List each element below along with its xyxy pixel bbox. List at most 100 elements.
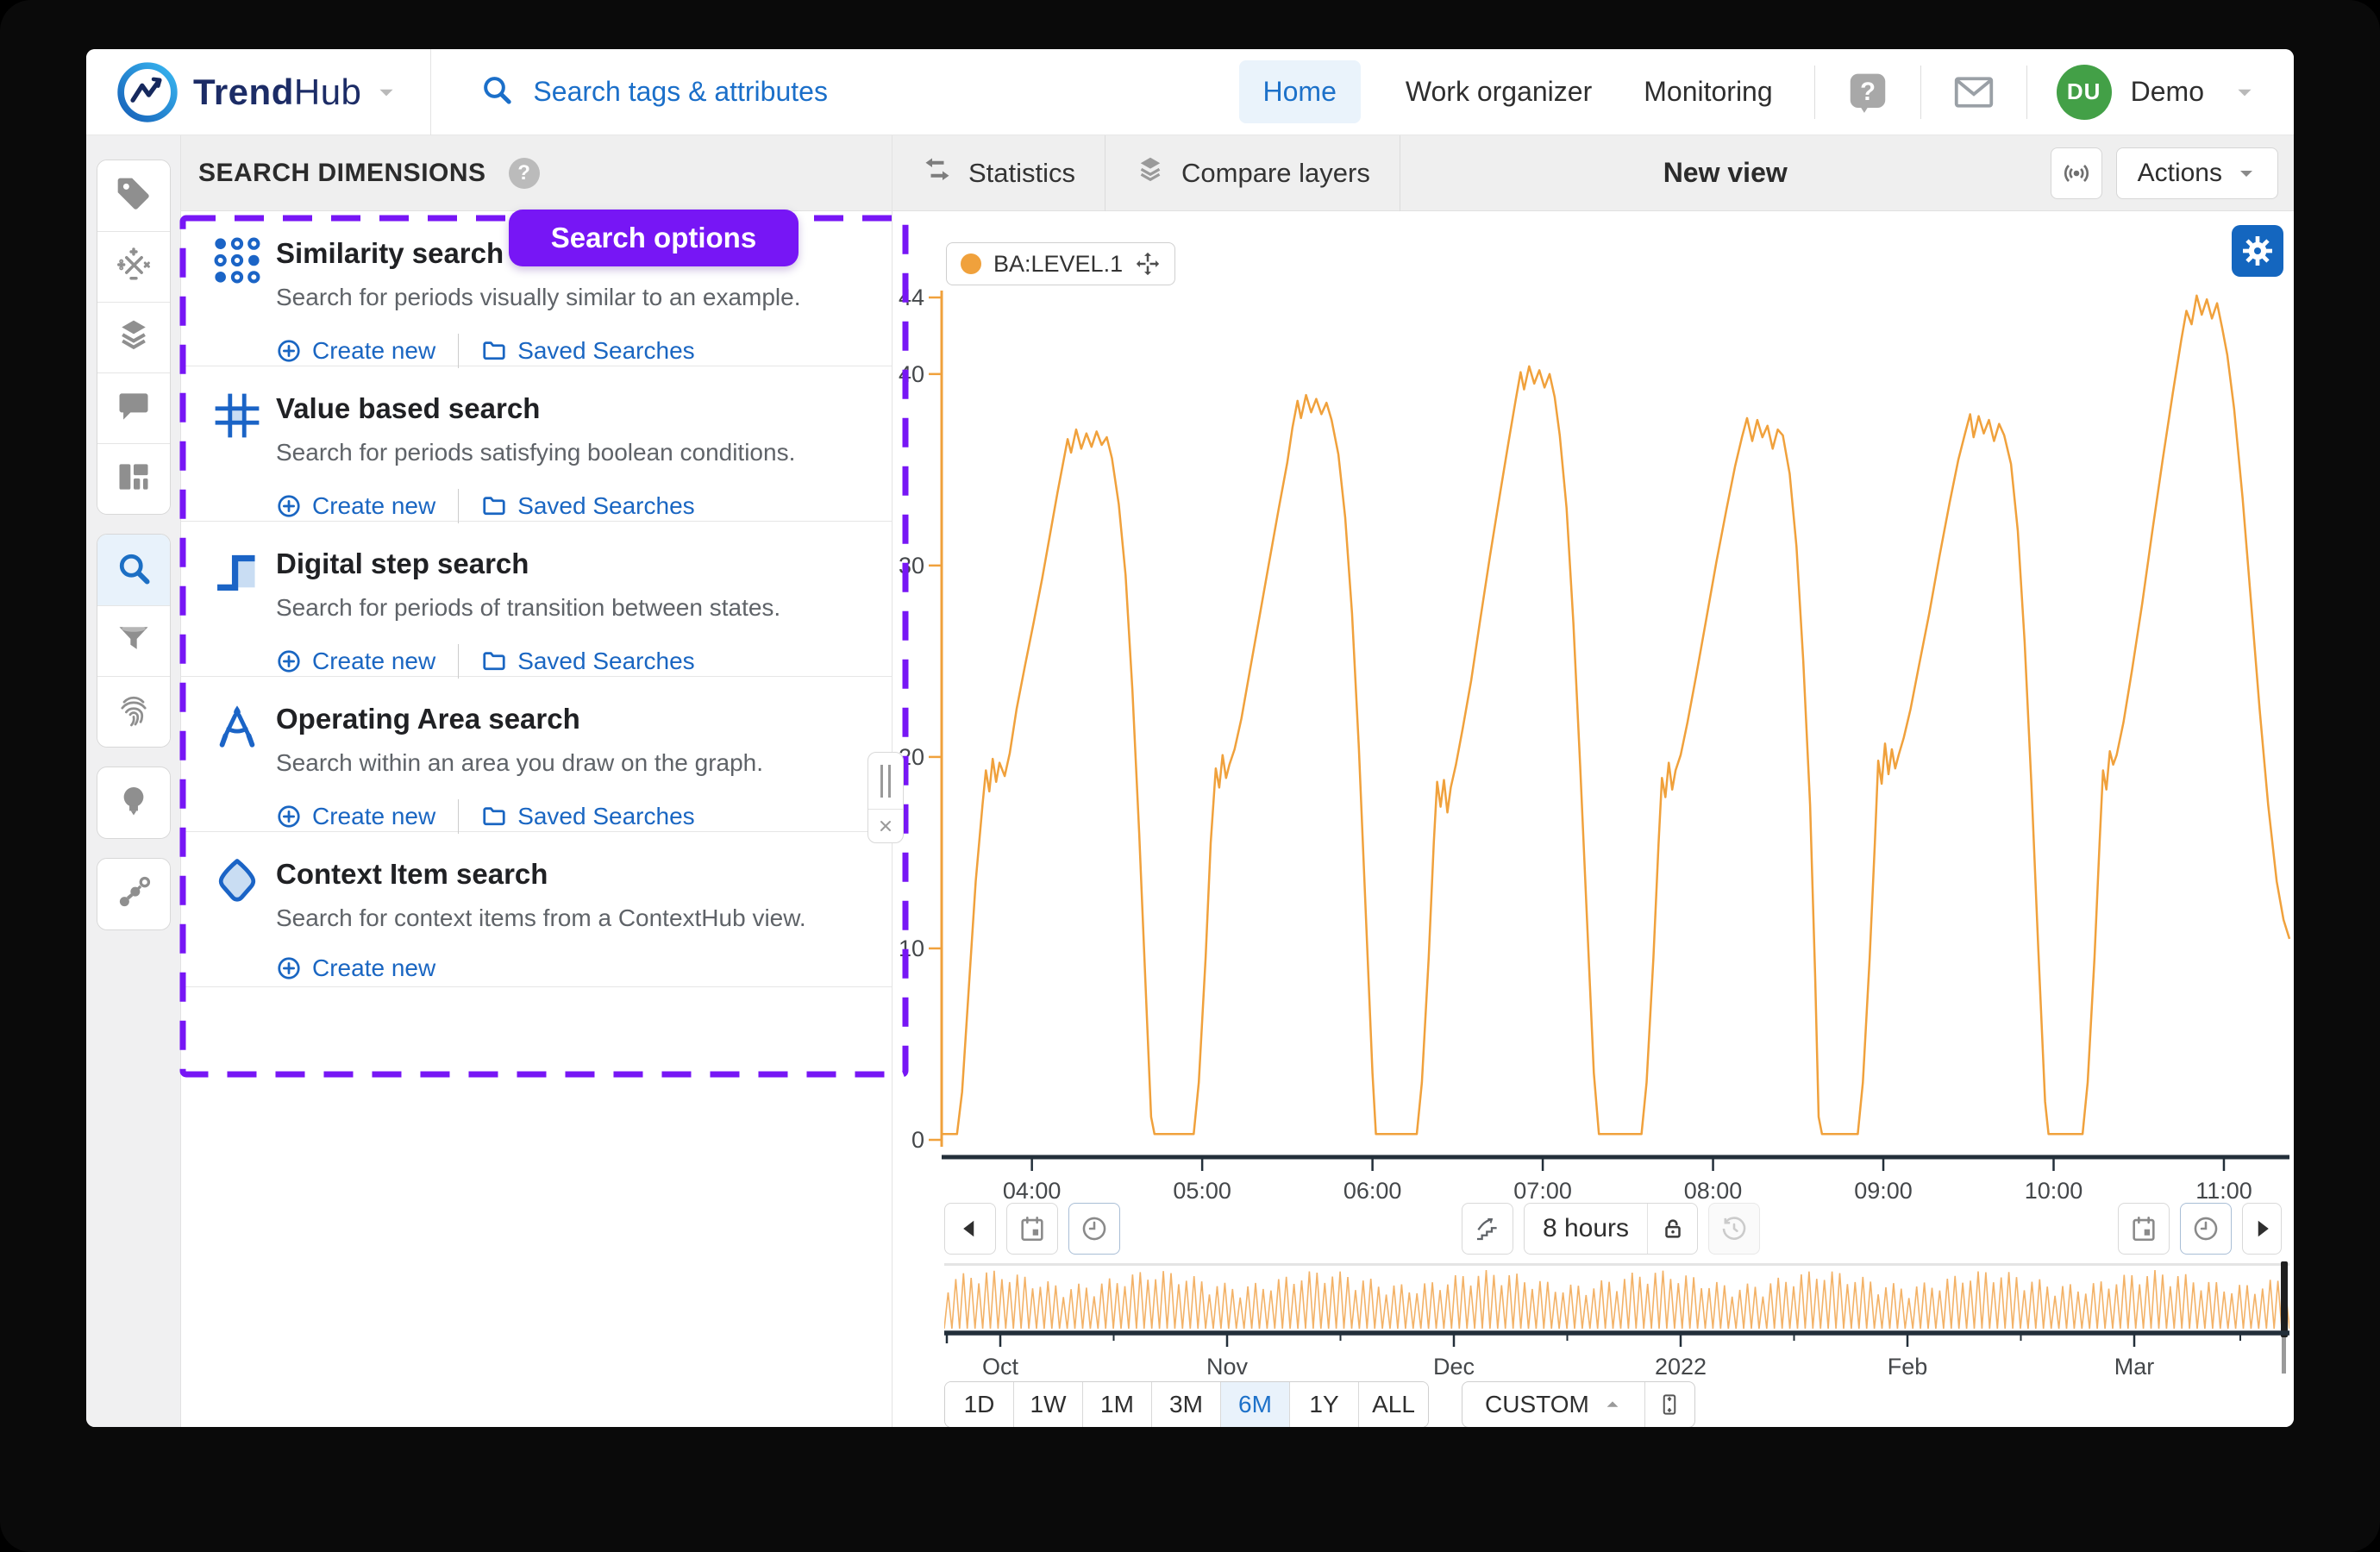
avatar[interactable]: DU	[2057, 65, 2112, 120]
sidebar-item-search[interactable]	[97, 535, 170, 605]
header-actions: ? DU Demo	[1814, 65, 2294, 120]
panel-resize-handle[interactable]	[867, 752, 904, 843]
search-input[interactable]: Search tags & attributes	[431, 72, 1238, 111]
nav-item-monitoring[interactable]: Monitoring	[1637, 60, 1779, 123]
calculation-icon	[115, 246, 153, 288]
app-window: TrendHub Search tags & attributes HomeWo…	[86, 49, 2294, 1427]
grip-icon[interactable]	[868, 753, 903, 810]
sidebar-item-fingerprint[interactable]	[97, 676, 170, 747]
history-button[interactable]	[1708, 1203, 1760, 1255]
svg-text:07:00: 07:00	[1513, 1178, 1572, 1204]
svg-text:Nov: Nov	[1206, 1354, 1249, 1380]
start-date-button[interactable]	[1006, 1203, 1058, 1255]
custom-range-group: CUSTOM	[1462, 1381, 1695, 1427]
timeline-overview[interactable]	[944, 1263, 2289, 1336]
help-icon[interactable]: ?	[1845, 69, 1891, 116]
search-card-context-item-search: Context Item searchSearch for context it…	[181, 832, 892, 987]
live-mode-button[interactable]	[2051, 147, 2102, 199]
pan-right-button[interactable]	[2242, 1203, 2282, 1255]
search-icon	[115, 549, 153, 591]
search-card-value-based-search: Value based searchSearch for periods sat…	[181, 366, 892, 522]
preset-1d[interactable]: 1D	[945, 1382, 1014, 1427]
expand-range-button[interactable]	[1644, 1382, 1694, 1427]
search-options-badge: Search options	[509, 210, 799, 266]
sidebar-item-calculation[interactable]	[97, 231, 170, 302]
series-legend-chip[interactable]: BA:LEVEL.1	[946, 242, 1175, 285]
app-switcher-chevron-icon[interactable]	[375, 81, 398, 103]
chart-body: BA:LEVEL.1 0102030404404:0005:0006:0007:…	[892, 211, 2294, 1427]
sidebar-item-suggestions[interactable]	[97, 767, 170, 838]
duration-box: 8 hours	[1524, 1203, 1698, 1255]
timebar-right-controls	[2118, 1203, 2282, 1255]
folder-icon	[481, 493, 507, 519]
range-presets: 1D1W1M3M6M1YALL	[944, 1381, 1429, 1427]
series-name: BA:LEVEL.1	[993, 251, 1123, 278]
trend-chart[interactable]: 0102030404404:0005:0006:0007:0008:0009:0…	[897, 273, 2294, 1205]
preset-all[interactable]: ALL	[1359, 1382, 1428, 1427]
saved-searches-link[interactable]: Saved Searches	[481, 648, 694, 675]
custom-range-button[interactable]: CUSTOM	[1462, 1382, 1644, 1427]
end-date-button[interactable]	[2118, 1203, 2170, 1255]
folder-icon	[481, 338, 507, 364]
panel-help-icon[interactable]: ?	[509, 158, 540, 189]
actions-button[interactable]: Actions	[2116, 147, 2278, 199]
chart-toolbar: Statistics Compare layers New view Actio…	[892, 135, 2294, 211]
user-menu-chevron-icon[interactable]	[2233, 81, 2256, 103]
preset-6m[interactable]: 6M	[1221, 1382, 1290, 1427]
preset-1w[interactable]: 1W	[1014, 1382, 1083, 1427]
link-divider	[458, 489, 459, 523]
nav-item-home[interactable]: Home	[1239, 60, 1361, 123]
sidebar-group	[97, 534, 171, 748]
pan-left-button[interactable]	[944, 1203, 996, 1255]
preset-1m[interactable]: 1M	[1083, 1382, 1152, 1427]
sidebar-group	[97, 767, 171, 839]
chart-settings-button[interactable]	[2232, 225, 2283, 277]
svg-text:40: 40	[899, 361, 924, 387]
start-time-button[interactable]	[1068, 1203, 1120, 1255]
saved-searches-link[interactable]: Saved Searches	[481, 492, 694, 520]
create-new-link[interactable]: Create new	[276, 648, 435, 675]
sidebar-item-connections[interactable]	[97, 859, 170, 929]
card-links: Create new	[276, 954, 874, 982]
create-new-link[interactable]: Create new	[276, 337, 435, 365]
card-description: Search for periods of transition between…	[276, 594, 874, 622]
connections-icon	[115, 873, 153, 916]
trend-scale-button[interactable]	[1462, 1203, 1513, 1255]
saved-searches-link[interactable]: Saved Searches	[481, 337, 694, 365]
plus-circle-icon	[276, 493, 302, 519]
suggestions-icon	[115, 782, 153, 824]
sidebar-item-comments[interactable]	[97, 372, 170, 443]
sidebar-item-layers[interactable]	[97, 302, 170, 372]
search-card-operating-area-search: Operating Area searchSearch within an ar…	[181, 677, 892, 832]
link-divider	[458, 334, 459, 368]
statistics-tab[interactable]: Statistics	[892, 135, 1105, 211]
svg-text:Mar: Mar	[2114, 1354, 2155, 1380]
mail-icon[interactable]	[1951, 69, 1997, 116]
compare-layers-tab[interactable]: Compare layers	[1105, 135, 1400, 211]
saved-searches-link[interactable]: Saved Searches	[481, 803, 694, 830]
app-header: TrendHub Search tags & attributes HomeWo…	[86, 49, 2294, 135]
create-new-link[interactable]: Create new	[276, 492, 435, 520]
svg-text:06:00: 06:00	[1343, 1178, 1402, 1204]
create-new-link[interactable]: Create new	[276, 803, 435, 830]
close-icon[interactable]	[868, 810, 903, 842]
lock-icon[interactable]	[1647, 1204, 1697, 1254]
svg-text:Oct: Oct	[982, 1354, 1019, 1380]
preset-1y[interactable]: 1Y	[1290, 1382, 1359, 1427]
search-card-digital-step-search: Digital step searchSearch for periods of…	[181, 522, 892, 677]
link-divider	[458, 799, 459, 834]
duration-value[interactable]: 8 hours	[1525, 1204, 1647, 1254]
view-title: New view	[1400, 157, 2051, 189]
sidebar-item-dashboard[interactable]	[97, 443, 170, 514]
desktop-background: TrendHub Search tags & attributes HomeWo…	[0, 0, 2380, 1552]
folder-icon	[481, 804, 507, 829]
comments-icon	[115, 387, 153, 429]
create-new-link[interactable]: Create new	[276, 954, 435, 982]
nav-item-work-organizer[interactable]: Work organizer	[1399, 60, 1599, 123]
card-title: Value based search	[276, 392, 874, 425]
sidebar-item-filter[interactable]	[97, 605, 170, 676]
end-time-button[interactable]	[2180, 1203, 2232, 1255]
sidebar-item-tag[interactable]	[97, 160, 170, 231]
user-name: Demo	[2131, 76, 2204, 108]
preset-3m[interactable]: 3M	[1152, 1382, 1221, 1427]
